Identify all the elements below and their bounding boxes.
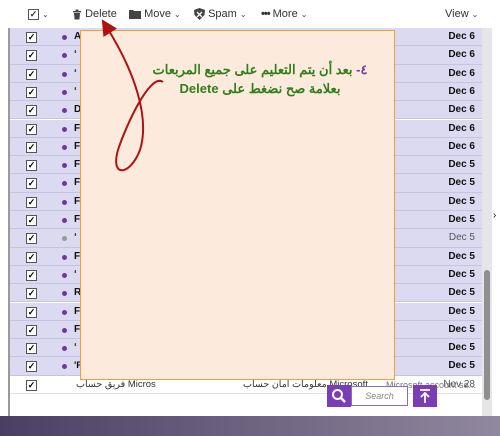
search-input[interactable]: Search [351,386,408,406]
annotation-arrow-icon [101,19,164,172]
scroll-to-top-button[interactable] [413,385,437,407]
search-icon [332,389,346,403]
search-button[interactable] [327,385,351,407]
taskbar-strip [0,416,500,436]
arrow-up-icon [420,389,430,403]
